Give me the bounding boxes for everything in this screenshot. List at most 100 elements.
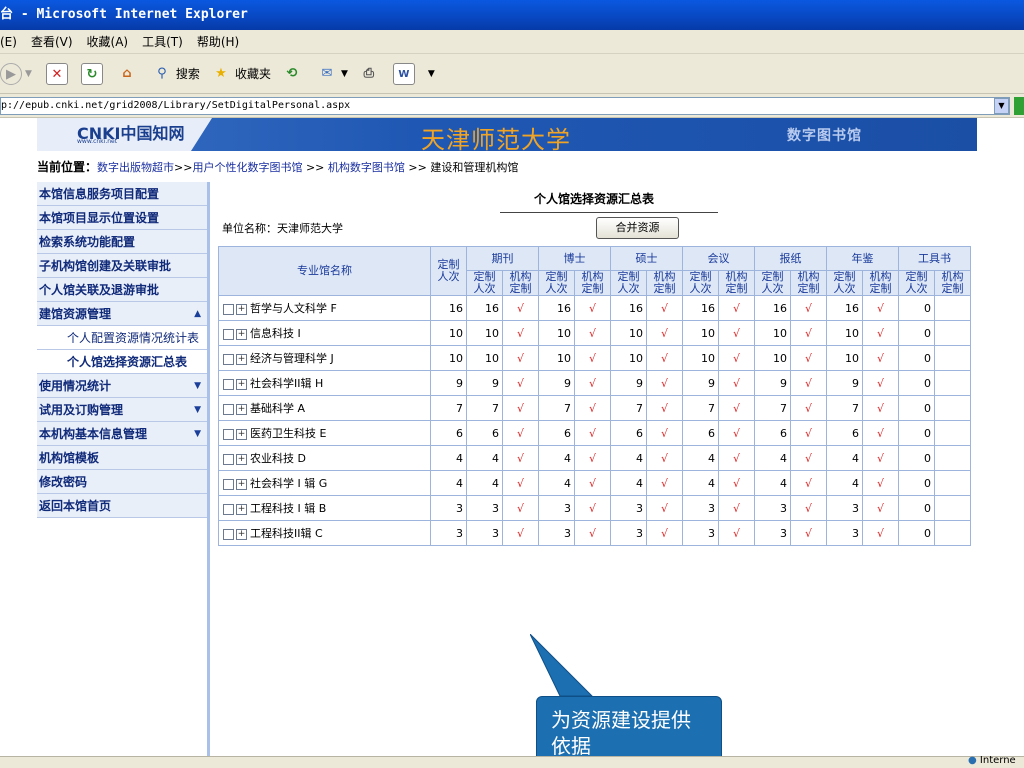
row-checkbox[interactable]: [223, 503, 234, 515]
sidebar-item-resource-management[interactable]: 建馆资源管理 ▲: [37, 302, 207, 326]
expand-plus-icon[interactable]: +: [236, 403, 247, 415]
expand-plus-icon[interactable]: +: [236, 353, 247, 365]
home-button[interactable]: ⌂: [116, 63, 141, 85]
column-group-newspaper: 报纸: [754, 246, 827, 271]
sidebar-item-service-config[interactable]: 本馆信息服务项目配置: [37, 182, 207, 206]
forward-button[interactable]: ▶ ▼: [0, 62, 36, 85]
row-count-cell: 7: [682, 395, 719, 421]
column-subheader-institution: 机构定制: [574, 270, 611, 296]
sidebar-subitem-selection-summary[interactable]: 个人馆选择资源汇总表: [37, 350, 207, 374]
go-button[interactable]: [1014, 97, 1024, 115]
cnki-logo[interactable]: CNKI中国知网 www.cnki.net: [37, 118, 212, 151]
table-row: + 工程科技II辑 C 3 3 √ 3 √ 3 √ 3 √ 3 √ 3 √ 0: [218, 520, 971, 546]
row-institution-cell: √: [718, 320, 755, 346]
chevron-down-icon: ▼: [194, 405, 201, 415]
menu-favorites[interactable]: 收藏(A): [87, 33, 129, 50]
row-checkbox[interactable]: [223, 303, 234, 315]
sidebar-item-label: 本机构基本信息管理: [39, 427, 148, 441]
university-title: 天津师范大学: [421, 126, 571, 151]
row-count-cell: 10: [682, 320, 719, 346]
row-name: 信息科技 I: [250, 327, 301, 340]
address-input[interactable]: p://epub.cnki.net/grid2008/Library/SetDi…: [0, 97, 1010, 115]
edit-button[interactable]: W: [392, 62, 418, 85]
row-count-cell: 6: [682, 420, 719, 446]
breadcrumb-link-supermarket[interactable]: 数字出版物超市: [97, 161, 174, 174]
row-count-cell: 3: [466, 520, 503, 546]
expand-plus-icon[interactable]: +: [236, 503, 247, 515]
sidebar-item-sub-institution[interactable]: 子机构馆创建及关联审批: [37, 254, 207, 278]
row-institution-cell: √: [718, 395, 755, 421]
row-checkbox[interactable]: [223, 353, 234, 365]
expand-plus-icon[interactable]: +: [236, 303, 247, 315]
mail-button[interactable]: ✉ ▼: [316, 63, 348, 85]
refresh-button[interactable]: ↻: [80, 62, 106, 85]
menu-help[interactable]: 帮助(H): [197, 33, 239, 50]
row-name: 经济与管理科学 J: [250, 352, 334, 365]
favorites-button[interactable]: ★ 收藏夹: [210, 63, 271, 85]
address-dropdown[interactable]: ▼: [994, 98, 1009, 114]
menu-tools[interactable]: 工具(T): [142, 33, 183, 50]
sidebar-item-institution-info[interactable]: 本机构基本信息管理 ▼: [37, 422, 207, 446]
row-count-cell: 0: [898, 520, 935, 546]
search-label: 搜索: [175, 67, 200, 81]
row-count-cell: 7: [754, 395, 791, 421]
row-checkbox[interactable]: [223, 328, 234, 340]
row-count-cell: 3: [826, 495, 863, 521]
row-checkbox[interactable]: [223, 478, 234, 490]
column-subheader-institution: 机构定制: [646, 270, 683, 296]
row-count-cell: 0: [898, 370, 935, 396]
sidebar-item-change-password[interactable]: 修改密码: [37, 470, 207, 494]
sidebar-subitem-config-stats[interactable]: 个人配置资源情况统计表: [37, 326, 207, 350]
print-button[interactable]: ⎙: [358, 63, 383, 85]
expand-plus-icon[interactable]: +: [236, 453, 247, 465]
sidebar-item-personal-approval[interactable]: 个人馆关联及退游审批: [37, 278, 207, 302]
callout-pointer: [530, 634, 594, 697]
row-checkbox[interactable]: [223, 528, 234, 540]
merge-resources-button[interactable]: 合并资源: [596, 217, 679, 239]
row-count-cell: 16: [754, 295, 791, 321]
expand-plus-icon[interactable]: +: [236, 328, 247, 340]
sidebar-item-label: 使用情况统计: [39, 379, 112, 393]
expand-plus-icon[interactable]: +: [236, 478, 247, 490]
row-count-cell: 0: [898, 495, 935, 521]
expand-plus-icon[interactable]: +: [236, 528, 247, 540]
table-body: + 哲学与人文科学 F 16 16 √ 16 √ 16 √ 16 √ 16 √ 16 √ 0 + 信息科技 I 10…: [218, 295, 971, 546]
row-institution-cell: √: [862, 320, 899, 346]
print-icon: ⎙: [363, 65, 375, 81]
sidebar-item-template[interactable]: 机构馆模板: [37, 446, 207, 470]
row-institution-cell: √: [574, 320, 611, 346]
row-count-cell: 6: [466, 420, 503, 446]
breadcrumb-link-institution-library[interactable]: 机构数字图书馆: [328, 161, 405, 174]
row-count-cell: 4: [682, 445, 719, 471]
stop-button[interactable]: ✕: [45, 62, 71, 85]
row-checkbox[interactable]: [223, 378, 234, 390]
row-checkbox[interactable]: [223, 403, 234, 415]
sidebar-item-trial-order[interactable]: 试用及订购管理 ▼: [37, 398, 207, 422]
breadcrumb-link-personal-library[interactable]: 用户个性化数字图书馆: [192, 161, 302, 174]
expand-plus-icon[interactable]: +: [236, 378, 247, 390]
sidebar-item-display-position[interactable]: 本馆项目显示位置设置: [37, 206, 207, 230]
row-name: 社会科学 I 辑 G: [250, 477, 328, 490]
history-button[interactable]: ⟲: [281, 63, 306, 85]
expand-plus-icon[interactable]: +: [236, 428, 247, 440]
row-institution-cell: √: [718, 345, 755, 371]
row-institution-cell: √: [718, 495, 755, 521]
menu-edit[interactable]: (E): [0, 35, 17, 49]
favorites-label: 收藏夹: [234, 67, 271, 81]
row-institution-cell: √: [790, 420, 827, 446]
row-checkbox[interactable]: [223, 453, 234, 465]
search-button[interactable]: ⚲ 搜索: [151, 63, 200, 85]
more-button[interactable]: ▼: [428, 69, 435, 79]
menu-view[interactable]: 查看(V): [31, 33, 73, 50]
row-count-cell: 16: [610, 295, 647, 321]
row-institution-cell: √: [790, 395, 827, 421]
sidebar-item-return-home[interactable]: 返回本馆首页: [37, 494, 207, 518]
row-count-cell: 6: [538, 420, 575, 446]
column-subheader-count: 定制人次: [610, 270, 647, 296]
row-institution-cell: √: [574, 370, 611, 396]
sidebar-item-search-config[interactable]: 检索系统功能配置: [37, 230, 207, 254]
row-count-cell: 9: [466, 370, 503, 396]
sidebar-item-usage-stats[interactable]: 使用情况统计 ▼: [37, 374, 207, 398]
row-checkbox[interactable]: [223, 428, 234, 440]
row-count-cell: 4: [538, 445, 575, 471]
